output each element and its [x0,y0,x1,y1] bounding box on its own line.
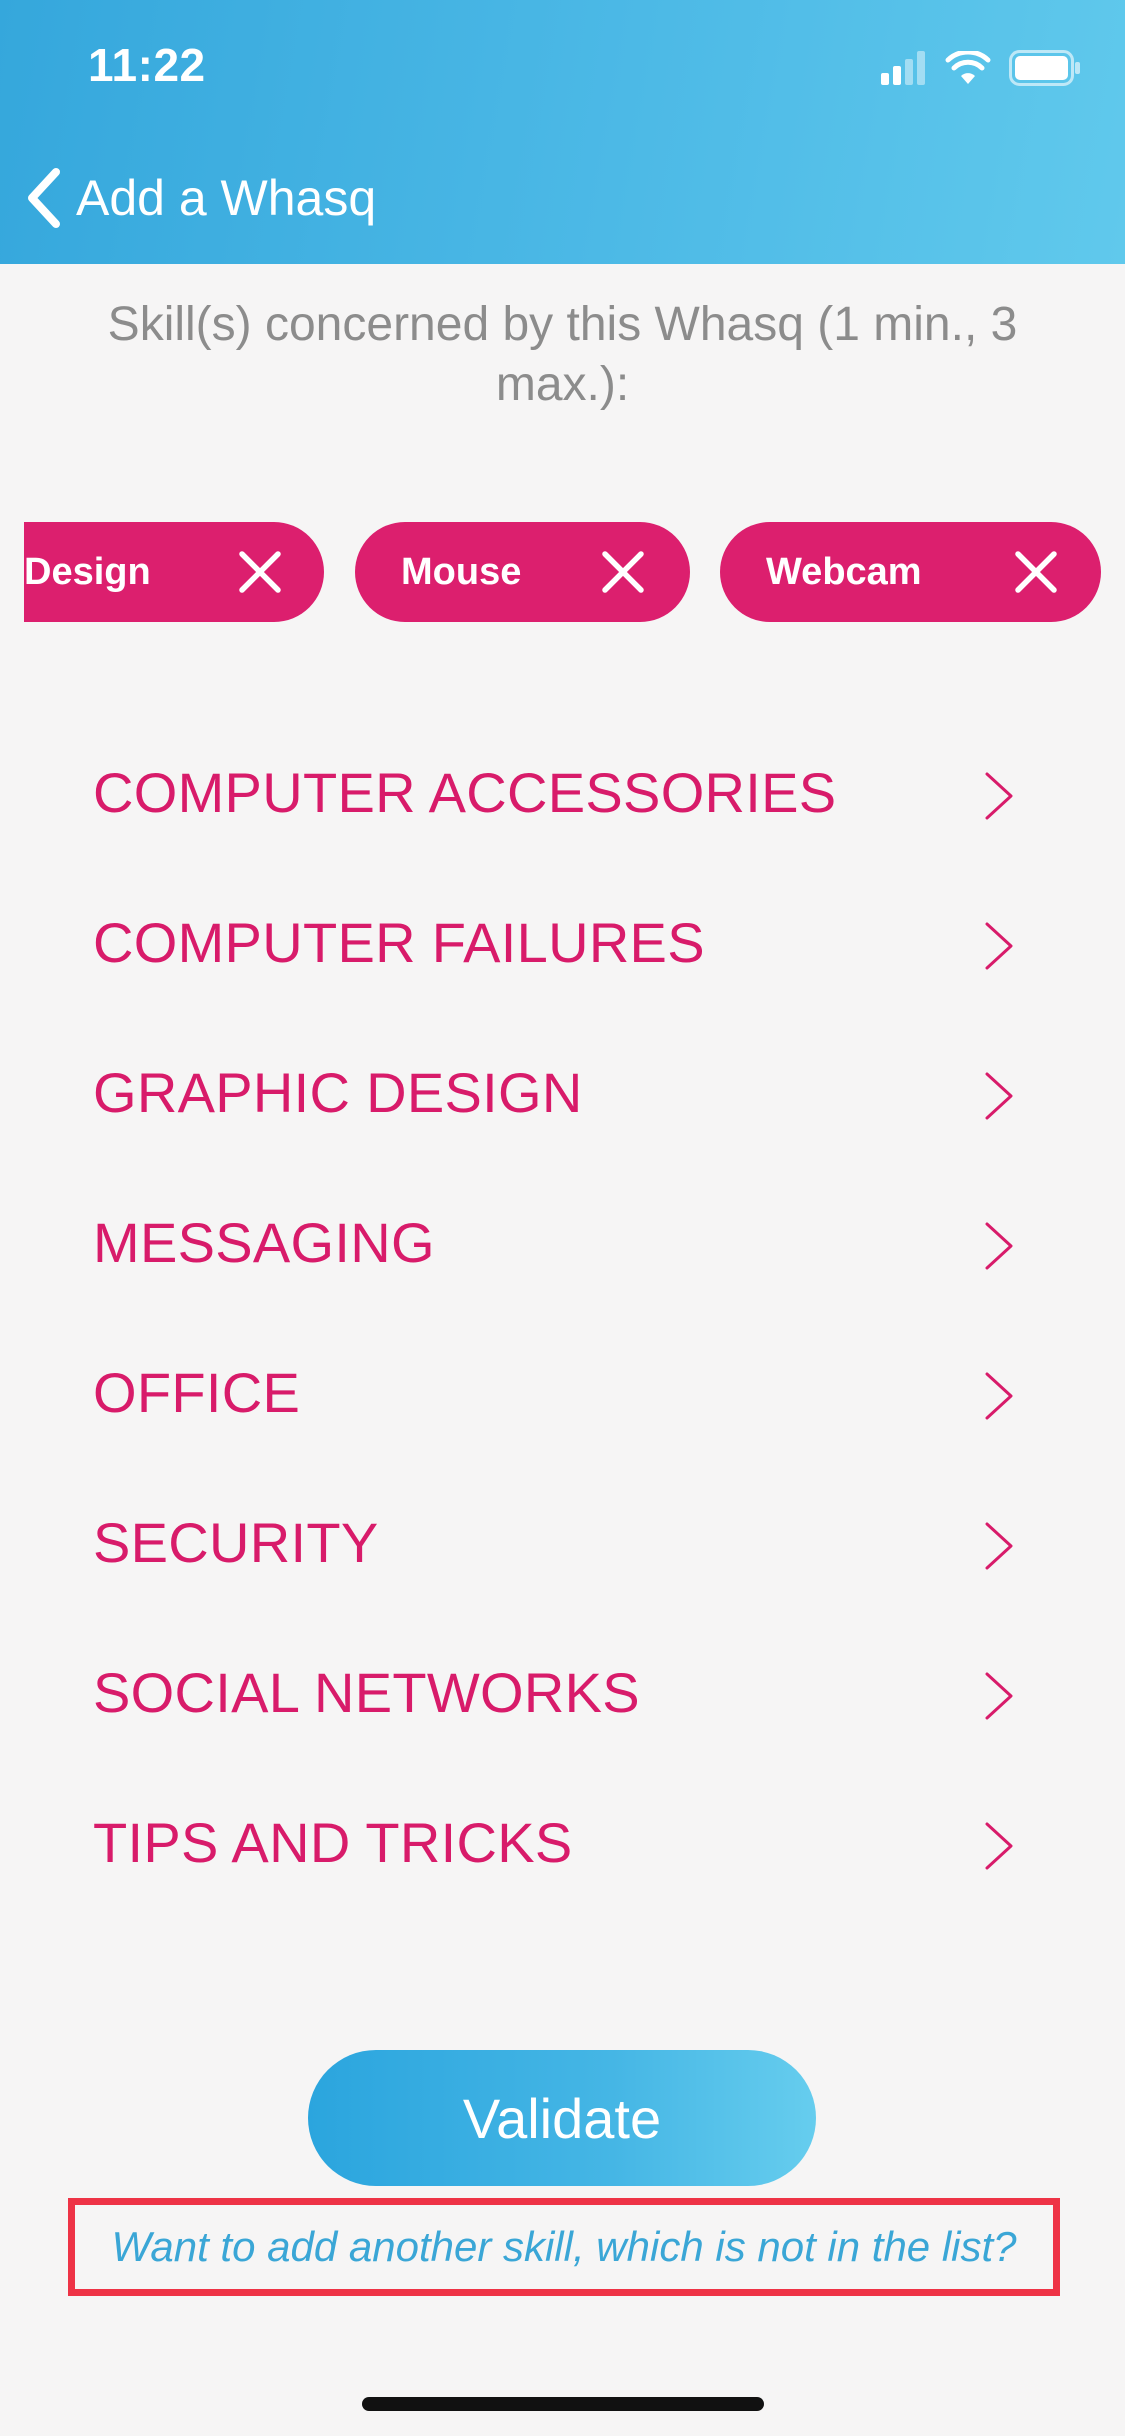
status-icons [881,48,1081,88]
category-item-computer-failures[interactable]: COMPUTER FAILURES [0,890,1125,1040]
category-label: SOCIAL NETWORKS [93,1661,640,1724]
header-bar: 11:22 Add a Whasq [0,0,1125,264]
category-item-tips-and-tricks[interactable]: TIPS AND TRICKS [0,1790,1125,1940]
category-label: OFFICE [93,1361,301,1424]
chevron-right-icon [985,772,1013,820]
category-item-messaging[interactable]: MESSAGING [0,1190,1125,1340]
skill-chip-label: Mouse [401,550,522,593]
chevron-right-icon [985,922,1013,970]
category-item-graphic-design[interactable]: GRAPHIC DESIGN [0,1040,1125,1190]
category-label: COMPUTER FAILURES [93,911,705,974]
validate-button[interactable]: Validate [308,2050,816,2186]
category-item-computer-accessories[interactable]: COMPUTER ACCESSORIES [0,740,1125,890]
chevron-right-icon [985,1372,1013,1420]
chevron-right-icon [985,1522,1013,1570]
skill-chip-label: Webcam [766,550,922,593]
chevron-right-icon [985,1672,1013,1720]
chevron-right-icon [985,1072,1013,1120]
category-item-office[interactable]: OFFICE [0,1340,1125,1490]
status-time: 11:22 [88,39,206,91]
battery-icon [1009,50,1080,86]
skill-chip-label: Design [24,550,151,593]
category-label: COMPUTER ACCESSORIES [93,761,837,824]
back-label: Add a Whasq [76,170,377,226]
category-label: GRAPHIC DESIGN [93,1061,583,1124]
category-item-security[interactable]: SECURITY [0,1490,1125,1640]
skill-chip-webcam: Webcam [720,522,1101,622]
chevron-right-icon [985,1222,1013,1270]
close-icon[interactable] [601,550,645,594]
close-icon[interactable] [238,550,282,594]
cellular-signal-icon [881,51,925,85]
back-button[interactable]: Add a Whasq [22,160,376,236]
chevron-left-icon [28,168,60,228]
category-list: COMPUTER ACCESSORIES COMPUTER FAILURES G… [0,740,1125,1940]
add-skill-highlight: Want to add another skill, which is not … [68,2198,1060,2296]
skill-chip-mouse: Mouse [355,522,690,622]
category-label: MESSAGING [93,1211,435,1274]
home-indicator [362,2397,764,2411]
category-item-social-networks[interactable]: SOCIAL NETWORKS [0,1640,1125,1790]
skills-subtitle: Skill(s) concerned by this Whasq (1 min.… [107,298,1018,411]
category-label: SECURITY [93,1511,379,1574]
chevron-right-icon [985,1822,1013,1870]
skill-chip-design: Design [24,522,324,622]
category-label: TIPS AND TRICKS [93,1811,573,1874]
close-icon[interactable] [1014,550,1058,594]
add-skill-link[interactable]: Want to add another skill, which is not … [111,2223,1016,2271]
wifi-icon [945,51,991,84]
